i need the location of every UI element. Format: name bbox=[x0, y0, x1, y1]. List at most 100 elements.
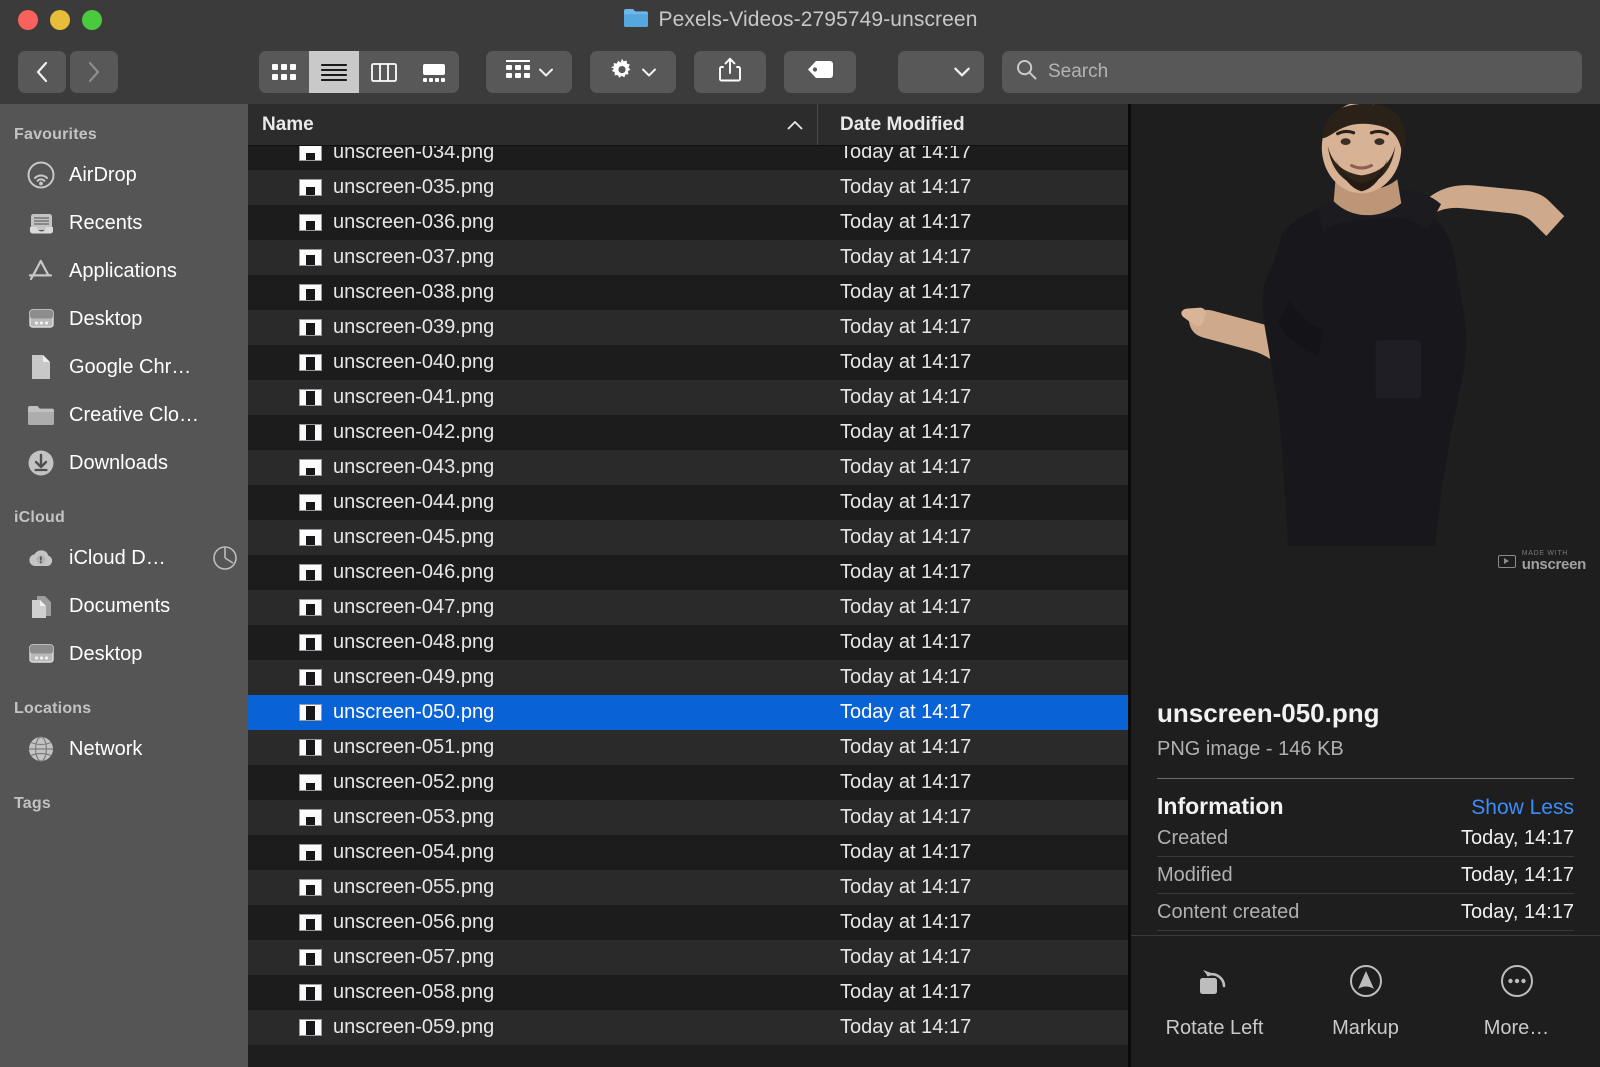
table-row[interactable]: unscreen-047.png Today at 14:17 bbox=[248, 590, 1128, 625]
sidebar-item-network[interactable]: Network bbox=[0, 725, 248, 773]
table-row[interactable]: unscreen-057.png Today at 14:17 bbox=[248, 940, 1128, 975]
file-thumbnail-icon bbox=[299, 319, 322, 336]
table-row[interactable]: unscreen-034.png Today at 14:17 bbox=[248, 146, 1128, 170]
table-row[interactable]: unscreen-053.png Today at 14:17 bbox=[248, 800, 1128, 835]
zoom-button[interactable] bbox=[82, 10, 102, 30]
sidebar-item-airdrop[interactable]: AirDrop bbox=[0, 151, 248, 199]
table-row[interactable]: unscreen-041.png Today at 14:17 bbox=[248, 380, 1128, 415]
icon-view-button[interactable] bbox=[259, 51, 309, 93]
plugin-dropdown-button[interactable] bbox=[898, 51, 984, 93]
group-items-button[interactable] bbox=[486, 51, 572, 93]
sidebar-item-applications[interactable]: Applications bbox=[0, 247, 248, 295]
file-rows-container[interactable]: unscreen-034.png Today at 14:17 unscreen-0… bbox=[248, 146, 1128, 1067]
metadata-row: Modified Today, 14:17 bbox=[1157, 857, 1574, 894]
table-row[interactable]: unscreen-037.png Today at 14:17 bbox=[248, 240, 1128, 275]
table-row[interactable]: unscreen-035.png Today at 14:17 bbox=[248, 170, 1128, 205]
column-view-button[interactable] bbox=[359, 51, 409, 93]
cell-name: unscreen-038.png bbox=[248, 281, 818, 304]
column-header-date-modified[interactable]: Date Modified bbox=[818, 114, 965, 136]
cell-name: unscreen-053.png bbox=[248, 806, 818, 829]
sync-progress-icon[interactable] bbox=[212, 545, 238, 571]
share-button[interactable] bbox=[694, 51, 766, 93]
markup-button[interactable]: Markup bbox=[1296, 964, 1436, 1040]
search-input[interactable]: Search bbox=[1048, 61, 1108, 83]
sidebar-item-icloud-drive[interactable]: iCloud D… bbox=[0, 534, 248, 582]
table-row[interactable]: unscreen-050.png Today at 14:17 bbox=[248, 695, 1128, 730]
cell-date-modified: Today at 14:17 bbox=[840, 981, 972, 1003]
minimize-button[interactable] bbox=[50, 10, 70, 30]
edit-tags-button[interactable] bbox=[784, 51, 856, 93]
table-row[interactable]: unscreen-036.png Today at 14:17 bbox=[248, 205, 1128, 240]
table-row[interactable]: unscreen-046.png Today at 14:17 bbox=[248, 555, 1128, 590]
show-less-link[interactable]: Show Less bbox=[1471, 796, 1574, 820]
chevron-down-icon bbox=[539, 65, 553, 80]
table-row[interactable]: unscreen-051.png Today at 14:17 bbox=[248, 730, 1128, 765]
table-row[interactable]: unscreen-055.png Today at 14:17 bbox=[248, 870, 1128, 905]
close-button[interactable] bbox=[18, 10, 38, 30]
table-row[interactable]: unscreen-039.png Today at 14:17 bbox=[248, 310, 1128, 345]
sidebar-item-desktop-icloud[interactable]: Desktop bbox=[0, 630, 248, 678]
file-thumbnail-icon bbox=[299, 809, 322, 826]
cell-name: unscreen-052.png bbox=[248, 771, 818, 794]
sidebar-item-desktop[interactable]: Desktop bbox=[0, 295, 248, 343]
sidebar[interactable]: Favourites AirDrop Recents Applications … bbox=[0, 104, 248, 1067]
more-button[interactable]: More… bbox=[1447, 964, 1587, 1040]
rotate-left-button[interactable]: Rotate Left bbox=[1145, 964, 1285, 1040]
unscreen-watermark: MADE WITH unscreen bbox=[1497, 550, 1587, 573]
column-header-name[interactable]: Name bbox=[248, 104, 818, 145]
file-thumbnail-icon bbox=[299, 354, 322, 371]
file-list: Name Date Modified unscreen-034.png Today… bbox=[248, 104, 1128, 1067]
recents-icon bbox=[26, 208, 56, 238]
window-body: Favourites AirDrop Recents Applications … bbox=[0, 104, 1600, 1067]
search-icon bbox=[1016, 59, 1037, 85]
table-row[interactable]: unscreen-049.png Today at 14:17 bbox=[248, 660, 1128, 695]
file-name: unscreen-041.png bbox=[333, 386, 495, 408]
folder-icon bbox=[26, 400, 56, 430]
sidebar-item-downloads[interactable]: Downloads bbox=[0, 439, 248, 487]
sidebar-item-documents[interactable]: Documents bbox=[0, 582, 248, 630]
sidebar-section-icloud-header: iCloud bbox=[14, 509, 65, 526]
thumbnail-figure bbox=[306, 919, 315, 930]
cell-date-modified: Today at 14:17 bbox=[840, 911, 972, 933]
table-row[interactable]: unscreen-054.png Today at 14:17 bbox=[248, 835, 1128, 870]
metadata-rows: Created Today, 14:17 Modified Today, 14:17 C… bbox=[1157, 820, 1574, 931]
window-controls bbox=[18, 10, 102, 30]
table-row[interactable]: unscreen-058.png Today at 14:17 bbox=[248, 975, 1128, 1010]
file-name: unscreen-044.png bbox=[333, 491, 495, 513]
list-view-button[interactable] bbox=[309, 51, 359, 93]
forward-button[interactable] bbox=[70, 51, 118, 93]
watermark-brand: unscreen bbox=[1521, 556, 1587, 573]
table-row[interactable]: unscreen-045.png Today at 14:17 bbox=[248, 520, 1128, 555]
sidebar-item-creative-cloud[interactable]: Creative Clo… bbox=[0, 391, 248, 439]
thumbnail-figure bbox=[306, 221, 315, 230]
gallery-view-button[interactable] bbox=[409, 51, 459, 93]
cell-name: unscreen-034.png bbox=[248, 146, 818, 164]
file-thumbnail-icon bbox=[299, 179, 322, 196]
thumbnail-figure bbox=[306, 323, 315, 335]
table-row[interactable]: unscreen-048.png Today at 14:17 bbox=[248, 625, 1128, 660]
table-row[interactable]: unscreen-043.png Today at 14:17 bbox=[248, 450, 1128, 485]
file-name: unscreen-042.png bbox=[333, 421, 495, 443]
cell-name: unscreen-037.png bbox=[248, 246, 818, 269]
thumbnail-figure bbox=[306, 953, 315, 965]
table-row[interactable]: unscreen-038.png Today at 14:17 bbox=[248, 275, 1128, 310]
file-thumbnail-icon bbox=[299, 214, 322, 231]
table-row[interactable]: unscreen-059.png Today at 14:17 bbox=[248, 1010, 1128, 1045]
table-row[interactable]: unscreen-052.png Today at 14:17 bbox=[248, 765, 1128, 800]
cell-name: unscreen-054.png bbox=[248, 841, 818, 864]
file-thumbnail-icon bbox=[299, 774, 322, 791]
sidebar-item-recents[interactable]: Recents bbox=[0, 199, 248, 247]
thumbnail-figure bbox=[306, 570, 315, 580]
sidebar-item-google-chrome[interactable]: Google Chr… bbox=[0, 343, 248, 391]
action-menu-button[interactable] bbox=[590, 51, 676, 93]
metadata-value: Today, 14:17 bbox=[1460, 826, 1574, 849]
search-field[interactable]: Search bbox=[1002, 51, 1582, 93]
preview-pane: MADE WITH unscreen unscreen-050.png PNG … bbox=[1128, 104, 1600, 1067]
table-row[interactable]: unscreen-044.png Today at 14:17 bbox=[248, 485, 1128, 520]
table-row[interactable]: unscreen-056.png Today at 14:17 bbox=[248, 905, 1128, 940]
share-icon bbox=[719, 57, 741, 87]
table-row[interactable]: unscreen-042.png Today at 14:17 bbox=[248, 415, 1128, 450]
back-button[interactable] bbox=[18, 51, 66, 93]
table-row[interactable]: unscreen-040.png Today at 14:17 bbox=[248, 345, 1128, 380]
cell-name: unscreen-040.png bbox=[248, 351, 818, 374]
